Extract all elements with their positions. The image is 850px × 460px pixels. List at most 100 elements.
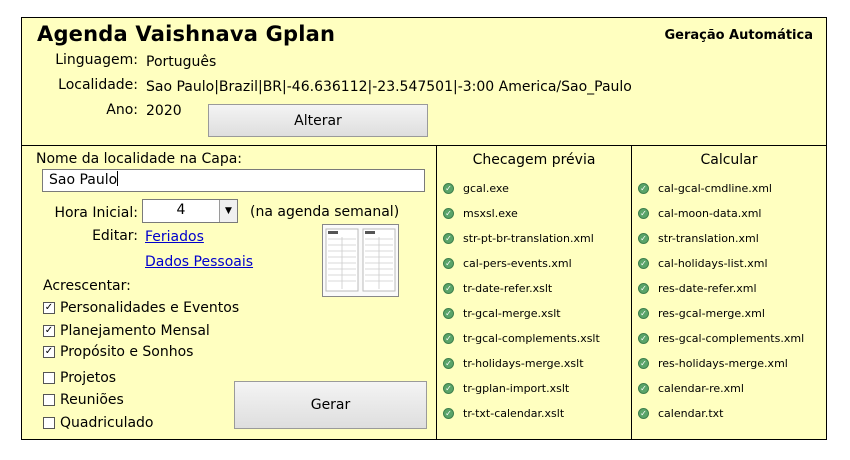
option-monthly-planning[interactable]: ✓ Planejamento Mensal (43, 323, 210, 339)
file-name: tr-gcal-merge.xslt (463, 307, 561, 320)
list-item: ✓ res-holidays-merge.xml (638, 351, 804, 376)
list-item: ✓ cal-holidays-list.xml (638, 251, 804, 276)
locality-value: Sao Paulo|Brazil|BR|-46.636112|-23.54750… (146, 79, 632, 95)
options-panel: Nome da localidade na Capa: Sao Paulo Ho… (21, 145, 437, 440)
holidays-link[interactable]: Feriados (145, 229, 204, 245)
check-circle-icon: ✓ (638, 383, 649, 394)
checkbox-unchecked-icon[interactable] (43, 372, 55, 384)
list-item: ✓ str-pt-br-translation.xml (443, 226, 600, 251)
cover-name-label: Nome da localidade na Capa: (36, 151, 243, 167)
option-label: Personalidades e Eventos (60, 300, 240, 316)
file-name: str-pt-br-translation.xml (463, 232, 594, 245)
list-item: ✓ calendar.txt (638, 401, 804, 426)
file-name: cal-moon-data.xml (658, 207, 762, 220)
list-item: ✓ cal-moon-data.xml (638, 201, 804, 226)
check-circle-icon: ✓ (443, 208, 454, 219)
list-item: ✓ calendar-re.xml (638, 376, 804, 401)
check-circle-icon: ✓ (443, 358, 454, 369)
file-name: cal-gcal-cmdline.xml (658, 182, 772, 195)
check-circle-icon: ✓ (638, 333, 649, 344)
app-subtitle: Geração Automática (664, 28, 813, 43)
list-item: ✓ res-gcal-complements.xml (638, 326, 804, 351)
option-meetings[interactable]: Reuniões (43, 392, 124, 408)
generate-button[interactable]: Gerar (234, 381, 427, 429)
check-circle-icon: ✓ (443, 183, 454, 194)
cover-name-input[interactable]: Sao Paulo (42, 169, 425, 192)
check-circle-icon: ✓ (638, 233, 649, 244)
file-name: tr-date-refer.xslt (463, 282, 553, 295)
file-name: str-translation.xml (658, 232, 759, 245)
checkbox-unchecked-icon[interactable] (43, 394, 55, 406)
edit-label: Editar: (92, 228, 138, 244)
option-personalities-events[interactable]: ✓ Personalidades e Eventos (43, 300, 239, 316)
option-purpose-dreams[interactable]: ✓ Propósito e Sonhos (43, 344, 193, 360)
option-label: Projetos (60, 370, 117, 386)
calculate-file-list: ✓ cal-gcal-cmdline.xml ✓ cal-moon-data.xml… (638, 176, 804, 426)
list-item: ✓ str-translation.xml (638, 226, 804, 251)
language-label: Linguagem: (55, 52, 138, 68)
precheck-file-list: ✓ gcal.exe ✓ msxsl.exe ✓ str-pt-br-translat… (443, 176, 600, 426)
calculate-title: Calcular (700, 152, 758, 168)
checkbox-unchecked-icon[interactable] (43, 417, 55, 429)
checkbox-checked-icon[interactable]: ✓ (43, 302, 55, 314)
checkbox-checked-icon[interactable]: ✓ (43, 325, 55, 337)
file-name: tr-txt-calendar.xslt (463, 407, 565, 420)
chevron-down-icon[interactable]: ▼ (219, 200, 237, 222)
file-name: tr-gcal-complements.xslt (463, 332, 600, 345)
file-name: cal-holidays-list.xml (658, 257, 768, 270)
check-circle-icon: ✓ (638, 258, 649, 269)
check-circle-icon: ✓ (443, 408, 454, 419)
calculate-panel: Calcular ✓ cal-gcal-cmdline.xml ✓ cal-moon… (631, 145, 827, 440)
app-title: Agenda Vaishnava Gplan (37, 22, 336, 46)
personal-data-link[interactable]: Dados Pessoais (145, 254, 253, 270)
year-value: 2020 (146, 103, 182, 119)
file-name: calendar.txt (658, 407, 724, 420)
cover-name-value: Sao Paulo (49, 172, 118, 188)
check-circle-icon: ✓ (443, 308, 454, 319)
check-circle-icon: ✓ (638, 308, 649, 319)
option-label: Propósito e Sonhos (60, 344, 194, 360)
start-hour-note: (na agenda semanal) (250, 204, 400, 220)
list-item: ✓ tr-holidays-merge.xslt (443, 351, 600, 376)
check-circle-icon: ✓ (443, 233, 454, 244)
option-label: Reuniões (60, 392, 124, 408)
file-name: tr-gplan-import.xslt (463, 382, 570, 395)
check-circle-icon: ✓ (443, 283, 454, 294)
option-grid[interactable]: Quadriculado (43, 415, 154, 431)
list-item: ✓ res-date-refer.xml (638, 276, 804, 301)
check-circle-icon: ✓ (638, 283, 649, 294)
language-value: Português (146, 54, 217, 70)
list-item: ✓ cal-gcal-cmdline.xml (638, 176, 804, 201)
file-name: res-holidays-merge.xml (658, 357, 788, 370)
year-label: Ano: (106, 102, 138, 118)
file-name: res-gcal-merge.xml (658, 307, 765, 320)
option-label: Quadriculado (60, 415, 154, 431)
list-item: ✓ tr-date-refer.xslt (443, 276, 600, 301)
check-circle-icon: ✓ (443, 258, 454, 269)
locality-label: Localidade: (58, 77, 138, 93)
list-item: ✓ res-gcal-merge.xml (638, 301, 804, 326)
check-circle-icon: ✓ (443, 333, 454, 344)
precheck-title: Checagem prévia (472, 152, 596, 168)
calendar-preview-icon (322, 224, 399, 297)
file-name: calendar-re.xml (658, 382, 744, 395)
check-circle-icon: ✓ (638, 208, 649, 219)
list-item: ✓ tr-txt-calendar.xslt (443, 401, 600, 426)
start-hour-select[interactable]: 4 ▼ (142, 199, 238, 223)
check-circle-icon: ✓ (638, 408, 649, 419)
option-projects[interactable]: Projetos (43, 370, 116, 386)
precheck-panel: Checagem prévia ✓ gcal.exe ✓ msxsl.exe ✓ st… (436, 145, 632, 440)
list-item: ✓ tr-gcal-merge.xslt (443, 301, 600, 326)
option-label: Planejamento Mensal (60, 323, 210, 339)
checkbox-checked-icon[interactable]: ✓ (43, 346, 55, 358)
start-hour-label: Hora Inicial: (54, 205, 138, 221)
file-name: gcal.exe (463, 182, 509, 195)
file-name: res-gcal-complements.xml (658, 332, 805, 345)
file-name: cal-pers-events.xml (463, 257, 572, 270)
list-item: ✓ cal-pers-events.xml (443, 251, 600, 276)
file-name: msxsl.exe (463, 207, 518, 220)
change-button[interactable]: Alterar (208, 104, 428, 137)
start-hour-value: 4 (176, 202, 186, 218)
file-name: tr-holidays-merge.xslt (463, 357, 584, 370)
check-circle-icon: ✓ (638, 358, 649, 369)
